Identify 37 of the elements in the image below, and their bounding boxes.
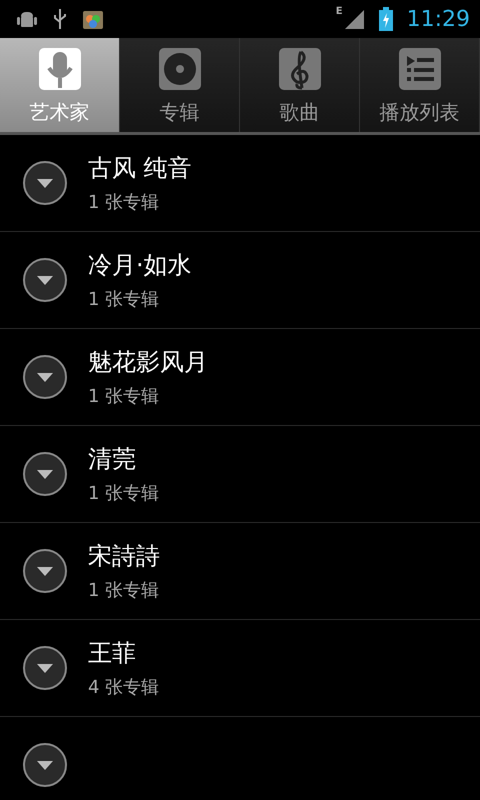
- expand-button[interactable]: [23, 161, 67, 205]
- caret-icon: [37, 566, 53, 576]
- expand-button[interactable]: [23, 355, 67, 399]
- artist-name: 冷月·如水: [88, 250, 192, 281]
- album-count: 1 张专辑: [88, 482, 160, 505]
- expand-button[interactable]: [23, 549, 67, 593]
- artist-name: 魅花影风月: [88, 347, 208, 378]
- expand-button[interactable]: [23, 452, 67, 496]
- album-count: 1 张专辑: [88, 385, 160, 408]
- caret-icon: [37, 372, 53, 382]
- album-count: 1 张专辑: [88, 191, 160, 214]
- tab[interactable]: 专辑: [120, 38, 240, 132]
- expand-button[interactable]: [23, 646, 67, 690]
- playlist-icon: [398, 48, 440, 90]
- caret-icon: [37, 760, 53, 770]
- treble-clef-icon: [278, 48, 320, 90]
- clock-time: 11:29: [406, 6, 470, 32]
- caret-icon: [37, 276, 53, 284]
- album-count: 1 张专辑: [88, 288, 160, 311]
- caret-icon: [37, 664, 53, 672]
- battery-icon: [378, 7, 393, 31]
- caret-icon: [37, 470, 53, 478]
- artist-name: 王菲: [88, 638, 137, 669]
- microphone-icon: [38, 48, 80, 90]
- expand-button[interactable]: [23, 743, 67, 787]
- signal-icon: [342, 8, 365, 30]
- artist-name: 宋詩詩: [88, 541, 160, 572]
- tab[interactable]: 歌曲: [240, 38, 360, 132]
- tab[interactable]: 播放列表: [360, 38, 480, 132]
- network-type-label: E: [336, 6, 343, 17]
- album-count: 1 张专辑: [88, 579, 160, 602]
- app-icon: [82, 8, 104, 30]
- artist-name: 古风 纯音: [88, 153, 192, 184]
- expand-button[interactable]: [23, 258, 67, 302]
- artist-name: 清莞: [88, 444, 137, 475]
- caret-icon: [37, 178, 53, 188]
- album-count: 4 张专辑: [88, 676, 160, 699]
